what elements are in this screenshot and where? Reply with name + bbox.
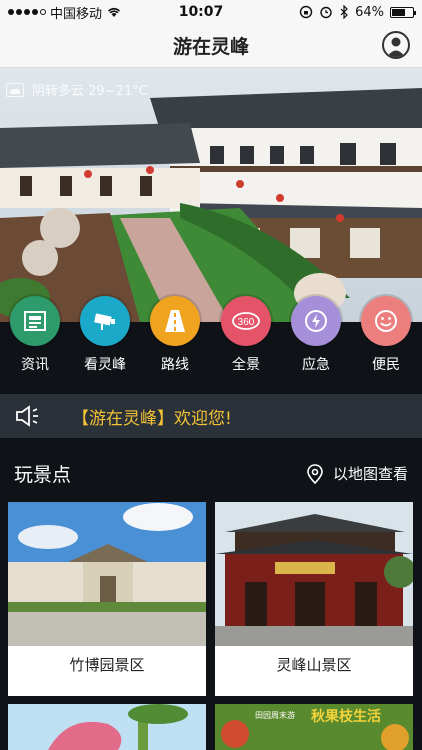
attraction-card[interactable]: 田园周末游 秋果枝生活 <box>215 704 413 750</box>
nav-bar: 游在灵峰 <box>0 24 422 68</box>
weather-text: 阴转多云 29~21°C <box>32 84 148 99</box>
status-bar: 中国移动 10:07 64% <box>0 0 422 24</box>
battery-icon <box>390 6 416 18</box>
carrier-name: 中国移动 <box>50 6 103 22</box>
section-title: 玩景点 <box>14 464 72 486</box>
panorama-360-icon: 360 <box>221 296 271 346</box>
promo-banner-title: 秋果枝生活 <box>311 709 381 725</box>
attraction-image <box>8 502 206 646</box>
menu-label: 看灵峰 <box>84 357 126 373</box>
menu-item-news[interactable]: 资讯 <box>0 296 70 374</box>
cloudy-icon <box>6 82 24 97</box>
menu-item-watch[interactable]: 看灵峰 <box>70 296 140 374</box>
quick-menu: 资讯 看灵峰 路线 360 全景 应急 便民 <box>0 296 422 394</box>
menu-label: 全景 <box>232 357 260 373</box>
menu-item-emergency[interactable]: 应急 <box>281 296 351 374</box>
attraction-name: 灵峰山景区 <box>276 655 352 674</box>
menu-label: 资讯 <box>21 357 49 373</box>
speaker-icon <box>16 405 38 427</box>
page-title: 游在灵峰 <box>172 36 249 58</box>
attraction-image <box>215 502 413 646</box>
weather-widget: 阴转多云 29~21°C <box>6 80 148 99</box>
smile-icon <box>361 296 411 346</box>
map-pin-icon <box>307 463 323 484</box>
attraction-image <box>8 704 206 750</box>
rotation-lock-icon <box>299 5 313 19</box>
announcement-text: 【游在灵峰】欢迎您! <box>72 408 232 429</box>
battery-percent: 64% <box>355 4 384 20</box>
wifi-icon <box>108 7 121 17</box>
menu-label: 应急 <box>302 357 330 373</box>
menu-item-services[interactable]: 便民 <box>351 296 421 374</box>
map-link-label: 以地图查看 <box>332 465 408 483</box>
menu-label: 便民 <box>372 357 400 373</box>
announcement-bar[interactable]: 【游在灵峰】欢迎您! <box>0 394 422 438</box>
menu-label: 路线 <box>161 357 189 373</box>
attraction-name: 竹博园景区 <box>69 655 145 674</box>
svg-text:360: 360 <box>238 317 255 328</box>
hero-image <box>0 68 422 322</box>
road-icon <box>150 296 200 346</box>
hero-banner[interactable]: 阴转多云 29~21°C <box>0 68 422 322</box>
menu-item-panorama[interactable]: 360 全景 <box>211 296 281 374</box>
attraction-card[interactable]: 灵峰山景区 <box>215 502 413 696</box>
alarm-icon <box>320 6 332 19</box>
promo-banner-subtitle: 田园周末游 <box>255 711 295 720</box>
bluetooth-icon <box>340 5 348 19</box>
signal-strength-icon <box>8 9 46 15</box>
news-icon <box>10 296 60 346</box>
clock: 10:07 <box>178 4 224 20</box>
view-on-map-link[interactable]: 以地图查看 <box>305 463 408 485</box>
user-profile-button[interactable] <box>382 31 410 59</box>
emergency-icon <box>291 296 341 346</box>
menu-item-route[interactable]: 路线 <box>140 296 210 374</box>
camera-icon <box>80 296 130 346</box>
user-icon <box>387 37 405 57</box>
attraction-card[interactable]: 竹博园景区 <box>8 502 206 696</box>
attraction-card[interactable] <box>8 704 206 750</box>
